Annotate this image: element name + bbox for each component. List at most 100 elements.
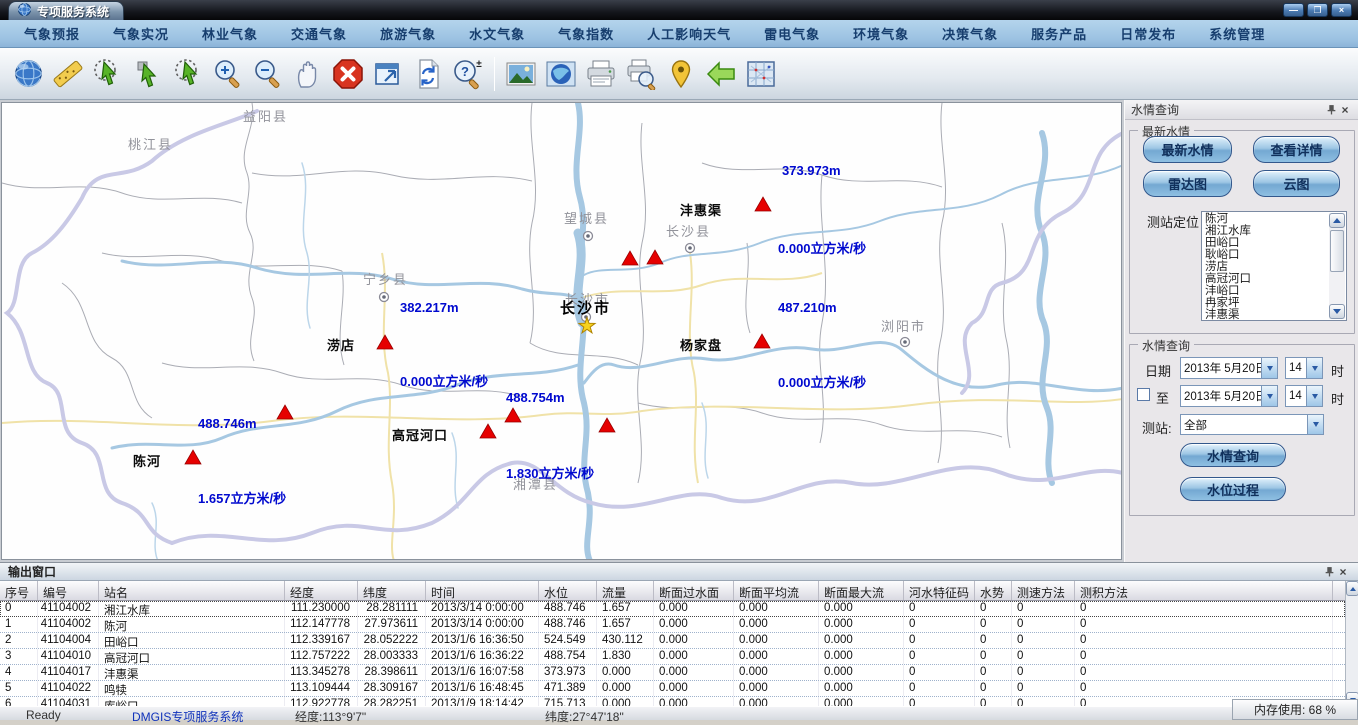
date-combo-dropdown-icon[interactable] xyxy=(1261,358,1277,378)
station-triangle-marker[interactable] xyxy=(185,450,201,464)
station-listbox[interactable]: 陈河湘江水库田峪口耿峪口涝店高冠河口沣峪口冉家坪沣惠渠 xyxy=(1201,211,1347,321)
date-combo-2[interactable]: 2013年 5月20日 xyxy=(1180,385,1278,407)
identify-icon[interactable]: ?± xyxy=(448,53,488,95)
column-header[interactable]: 流量 xyxy=(597,581,654,600)
close-button[interactable]: × xyxy=(1331,3,1352,17)
column-header[interactable]: 编号 xyxy=(38,581,99,600)
measure-icon[interactable] xyxy=(48,53,88,95)
column-header[interactable]: 断面最大流 xyxy=(819,581,904,600)
zoom-in-icon[interactable] xyxy=(208,53,248,95)
station-list-item[interactable]: 田峪口 xyxy=(1205,237,1328,249)
station-triangle-marker[interactable] xyxy=(480,424,496,438)
menu-item[interactable]: 人工影响天气 xyxy=(637,20,741,47)
station-triangle-marker[interactable] xyxy=(277,405,293,419)
menu-item[interactable]: 气象预报 xyxy=(14,20,90,47)
column-header[interactable]: 经度 xyxy=(285,581,358,600)
cloud-image-button[interactable]: 云图 xyxy=(1253,170,1340,197)
output-pin-icon[interactable] xyxy=(1322,565,1336,579)
latest-water-button[interactable]: 最新水情 xyxy=(1143,136,1232,163)
station-list-item[interactable]: 涝店 xyxy=(1205,261,1328,273)
menu-item[interactable]: 气象实况 xyxy=(103,20,179,47)
menu-item[interactable]: 服务产品 xyxy=(1021,20,1097,47)
station-triangle-marker[interactable] xyxy=(377,335,393,349)
station-triangle-marker[interactable] xyxy=(505,408,521,422)
table-row[interactable]: 541104022鸣犊113.10944428.3091672013/1/6 1… xyxy=(0,681,1345,697)
refresh-icon[interactable] xyxy=(408,53,448,95)
scroll-up-button[interactable] xyxy=(1329,213,1345,228)
hour-combo-2[interactable]: 14 xyxy=(1285,385,1323,407)
table-scroll-up-button[interactable] xyxy=(1346,581,1358,596)
menu-item[interactable]: 旅游气象 xyxy=(370,20,446,47)
clear-selection-icon[interactable] xyxy=(168,53,208,95)
station-list-item[interactable]: 沣峪口 xyxy=(1205,285,1328,297)
table-scrollbar[interactable] xyxy=(1345,581,1358,707)
menu-item[interactable]: 环境气象 xyxy=(843,20,919,47)
column-header[interactable]: 纬度 xyxy=(358,581,426,600)
station-list-item[interactable]: 高冠河口 xyxy=(1205,273,1328,285)
globe-icon[interactable] xyxy=(8,53,48,95)
panel-close-icon[interactable]: × xyxy=(1338,103,1352,117)
column-header[interactable]: 河水特征码 xyxy=(904,581,975,600)
station-triangle-marker[interactable] xyxy=(599,418,615,432)
menu-item[interactable]: 气象指数 xyxy=(548,20,624,47)
column-header[interactable]: 测积方法 xyxy=(1075,581,1333,600)
column-header[interactable]: 断面过水面 xyxy=(654,581,734,600)
column-header[interactable]: 断面平均流 xyxy=(734,581,819,600)
date-combo-2-dropdown-icon[interactable] xyxy=(1261,386,1277,406)
grid-map-icon[interactable] xyxy=(741,53,781,95)
pin-icon[interactable] xyxy=(1324,103,1338,117)
select-features-icon[interactable] xyxy=(88,53,128,95)
view-details-button[interactable]: 查看详情 xyxy=(1253,136,1340,163)
map-service-icon[interactable] xyxy=(541,53,581,95)
station-list-item[interactable]: 冉家坪 xyxy=(1205,297,1328,309)
image-export-icon[interactable] xyxy=(501,53,541,95)
menu-item[interactable]: 水文气象 xyxy=(459,20,535,47)
select-arrow-icon[interactable] xyxy=(128,53,168,95)
map-canvas[interactable]: 益阳县桃江县宁乡县望城县长沙县长沙市浏阳市湘潭县涝店陈河高冠河口沣惠渠杨家盘长沙… xyxy=(1,102,1122,560)
table-row[interactable]: 241104004田峪口112.33916728.0522222013/1/6 … xyxy=(0,633,1345,649)
table-row[interactable]: 341104010高冠河口112.75722228.0033332013/1/6… xyxy=(0,649,1345,665)
back-arrow-icon[interactable] xyxy=(701,53,741,95)
column-header[interactable]: 序号 xyxy=(0,581,38,600)
to-checkbox[interactable] xyxy=(1137,388,1150,401)
minimize-button[interactable]: — xyxy=(1283,3,1304,17)
column-header[interactable]: 站名 xyxy=(99,581,285,600)
station-combo-dropdown-icon[interactable] xyxy=(1307,415,1323,434)
pan-icon[interactable] xyxy=(288,53,328,95)
window-export-icon[interactable] xyxy=(368,53,408,95)
print-preview-icon[interactable] xyxy=(621,53,661,95)
hour-combo-2-dropdown-icon[interactable] xyxy=(1306,386,1322,406)
stop-icon[interactable] xyxy=(328,53,368,95)
table-row[interactable]: 141104002陈河112.14777827.9736112013/3/14 … xyxy=(0,617,1345,633)
station-triangle-marker[interactable] xyxy=(754,334,770,348)
station-list-item[interactable]: 沣惠渠 xyxy=(1205,309,1328,321)
menu-item[interactable]: 交通气象 xyxy=(281,20,357,47)
stage-process-button[interactable]: 水位过程 xyxy=(1180,477,1286,501)
water-query-button[interactable]: 水情查询 xyxy=(1180,443,1286,467)
station-list-item[interactable]: 耿峪口 xyxy=(1205,249,1328,261)
menu-item[interactable]: 林业气象 xyxy=(192,20,268,47)
output-close-icon[interactable]: × xyxy=(1336,565,1350,579)
column-header[interactable]: 测速方法 xyxy=(1012,581,1075,600)
station-list-item[interactable]: 陈河 xyxy=(1205,213,1328,225)
scroll-down-button[interactable] xyxy=(1329,304,1345,319)
menu-item[interactable]: 系统管理 xyxy=(1199,20,1275,47)
radar-chart-button[interactable]: 雷达图 xyxy=(1143,170,1232,197)
menu-item[interactable]: 日常发布 xyxy=(1110,20,1186,47)
hour-combo[interactable]: 14 xyxy=(1285,357,1323,379)
hour-combo-dropdown-icon[interactable] xyxy=(1306,358,1322,378)
date-combo[interactable]: 2013年 5月20日 xyxy=(1180,357,1278,379)
station-list-item[interactable]: 湘江水库 xyxy=(1205,225,1328,237)
table-row[interactable]: 441104017沣惠渠113.34527828.3986112013/1/6 … xyxy=(0,665,1345,681)
column-header[interactable]: 时间 xyxy=(426,581,539,600)
menu-item[interactable]: 决策气象 xyxy=(932,20,1008,47)
column-header[interactable]: 水势 xyxy=(975,581,1012,600)
print-icon[interactable] xyxy=(581,53,621,95)
locate-pin-icon[interactable] xyxy=(661,53,701,95)
table-row[interactable]: 041104002湘江水库111.23000028.2811112013/3/1… xyxy=(0,601,1345,617)
station-triangle-marker[interactable] xyxy=(755,197,771,211)
restore-button[interactable]: ❐ xyxy=(1307,3,1328,17)
scroll-thumb[interactable] xyxy=(1330,230,1344,272)
zoom-out-icon[interactable] xyxy=(248,53,288,95)
station-triangle-marker[interactable] xyxy=(622,251,638,265)
